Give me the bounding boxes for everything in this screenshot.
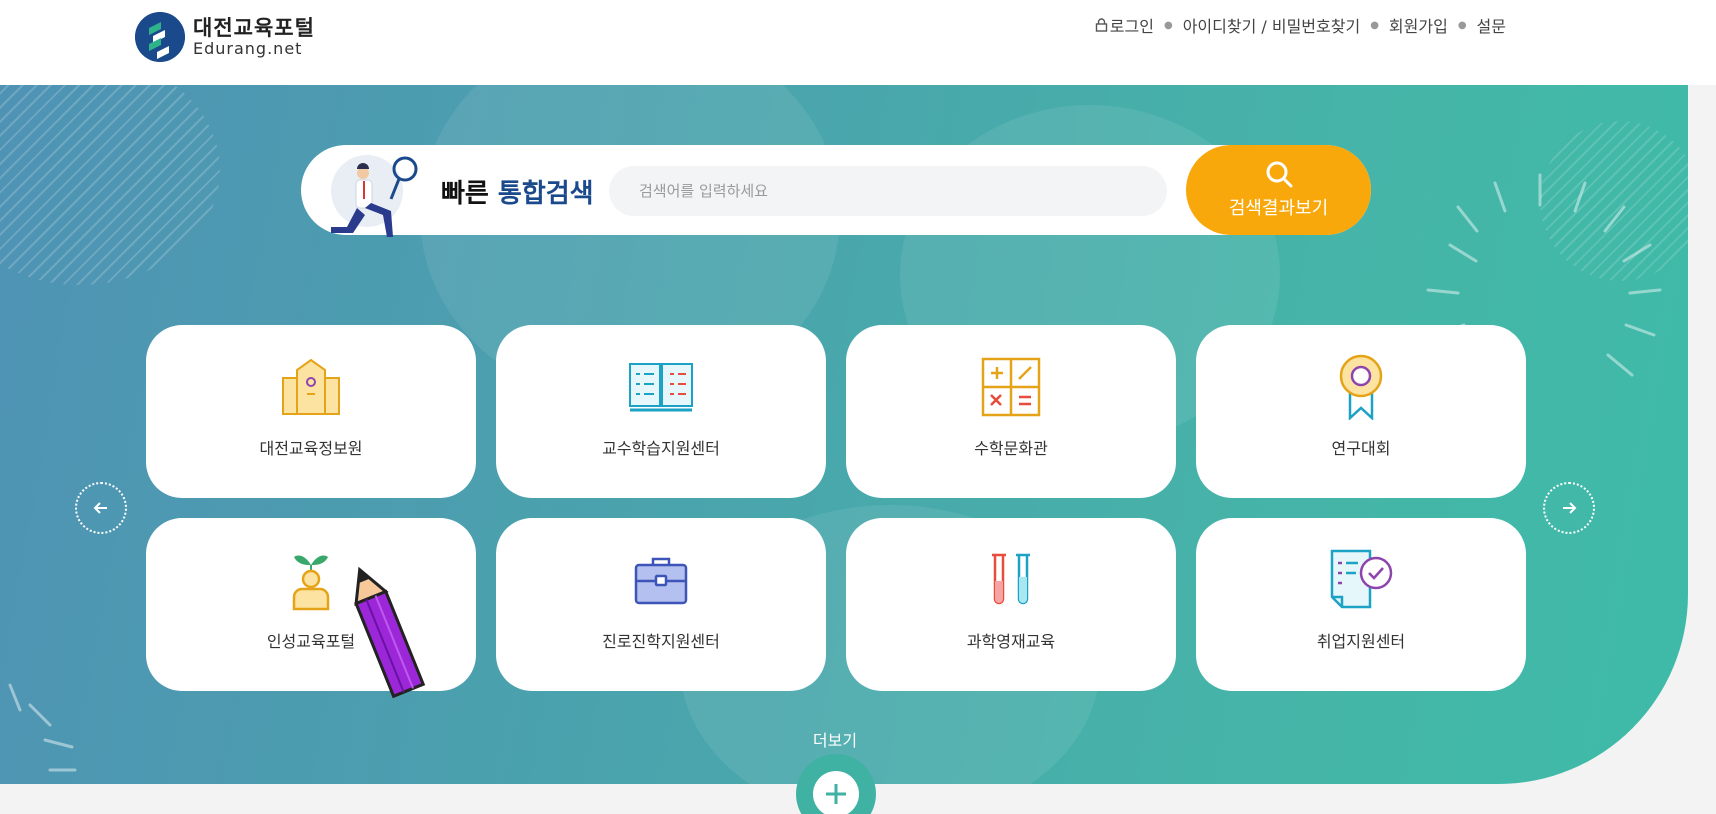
pencil-cursor-icon — [354, 566, 426, 699]
search-button-label: 검색결과보기 — [1228, 198, 1329, 219]
card-label: 대전교육정보원 — [259, 439, 363, 458]
plus-icon — [826, 784, 846, 804]
test-tubes-icon — [992, 553, 1030, 605]
site-logo[interactable]: 대전교육포털 Edurang.net — [135, 12, 315, 62]
card-label: 수학문화관 — [974, 439, 1048, 458]
carousel-prev-button[interactable] — [75, 482, 127, 534]
card-teaching-learning-center[interactable]: 교수학습지원센터 — [496, 325, 826, 498]
card-label: 취업지원센터 — [1316, 632, 1406, 651]
card-label: 과학영재교육 — [966, 632, 1056, 651]
card-label: 연구대회 — [1331, 439, 1391, 458]
search-input[interactable] — [609, 166, 1167, 216]
decorative-ray-circle — [8, 683, 77, 772]
award-ribbon-icon — [1339, 354, 1383, 420]
top-navigation: 로그인 ● 아이디찾기 / 비밀번호찾기 ● 회원가입 ● 설문 — [1095, 13, 1506, 37]
nav-separator: ● — [1163, 19, 1173, 31]
logo-subtitle: Edurang.net — [193, 38, 303, 58]
arrow-left-icon — [93, 502, 107, 514]
find-id-password-link[interactable]: 아이디찾기 / 비밀번호찾기 — [1183, 13, 1360, 37]
person-sprout-icon — [292, 555, 330, 611]
calculator-icon — [981, 357, 1041, 417]
nav-separator: ● — [1370, 19, 1379, 31]
open-book-icon — [629, 363, 693, 412]
integrated-search-bar: 빠른 통합검색 검색결과보기 — [301, 145, 1371, 237]
card-math-culture-hall[interactable]: 수학문화관 — [846, 325, 1176, 498]
card-label: 교수학습지원센터 — [602, 439, 720, 458]
card-daejeon-edu-info[interactable]: 대전교육정보원 — [146, 325, 476, 498]
survey-link[interactable]: 설문 — [1477, 13, 1506, 37]
login-link[interactable]: 로그인 — [1095, 13, 1154, 37]
more-label: 더보기 — [812, 731, 858, 750]
card-science-gifted-education[interactable]: 과학영재교육 — [846, 518, 1176, 691]
building-icon — [282, 358, 340, 415]
nav-separator: ● — [1457, 19, 1467, 31]
lock-icon — [1095, 18, 1107, 32]
search-mascot-icon — [331, 155, 418, 237]
login-label: 로그인 — [1109, 17, 1154, 36]
card-label: 진로진학지원센터 — [602, 632, 720, 651]
card-career-admission-center[interactable]: 진로진학지원센터 — [496, 518, 826, 691]
search-icon — [1266, 161, 1292, 188]
signup-link[interactable]: 회원가입 — [1389, 13, 1448, 37]
search-title: 빠른 통합검색 — [441, 173, 594, 210]
search-title-prefix: 빠른 — [441, 179, 489, 209]
decorative-stripes — [0, 85, 220, 285]
search-results-button[interactable]: 검색결과보기 — [1186, 145, 1371, 235]
arrow-right-icon — [1563, 502, 1577, 514]
logo-title: 대전교육포털 — [193, 15, 315, 40]
card-employment-support-center[interactable]: 취업지원센터 — [1196, 518, 1526, 691]
document-check-icon — [1330, 549, 1393, 609]
logo-mark-icon — [135, 12, 185, 62]
carousel-next-button[interactable] — [1543, 482, 1595, 534]
site-header: 대전교육포털 Edurang.net 로그인 ● 아이디찾기 / 비밀번호찾기 … — [0, 0, 1716, 85]
briefcase-icon — [634, 557, 688, 605]
search-title-highlight: 통합검색 — [497, 179, 594, 209]
card-research-contest[interactable]: 연구대회 — [1196, 325, 1526, 498]
